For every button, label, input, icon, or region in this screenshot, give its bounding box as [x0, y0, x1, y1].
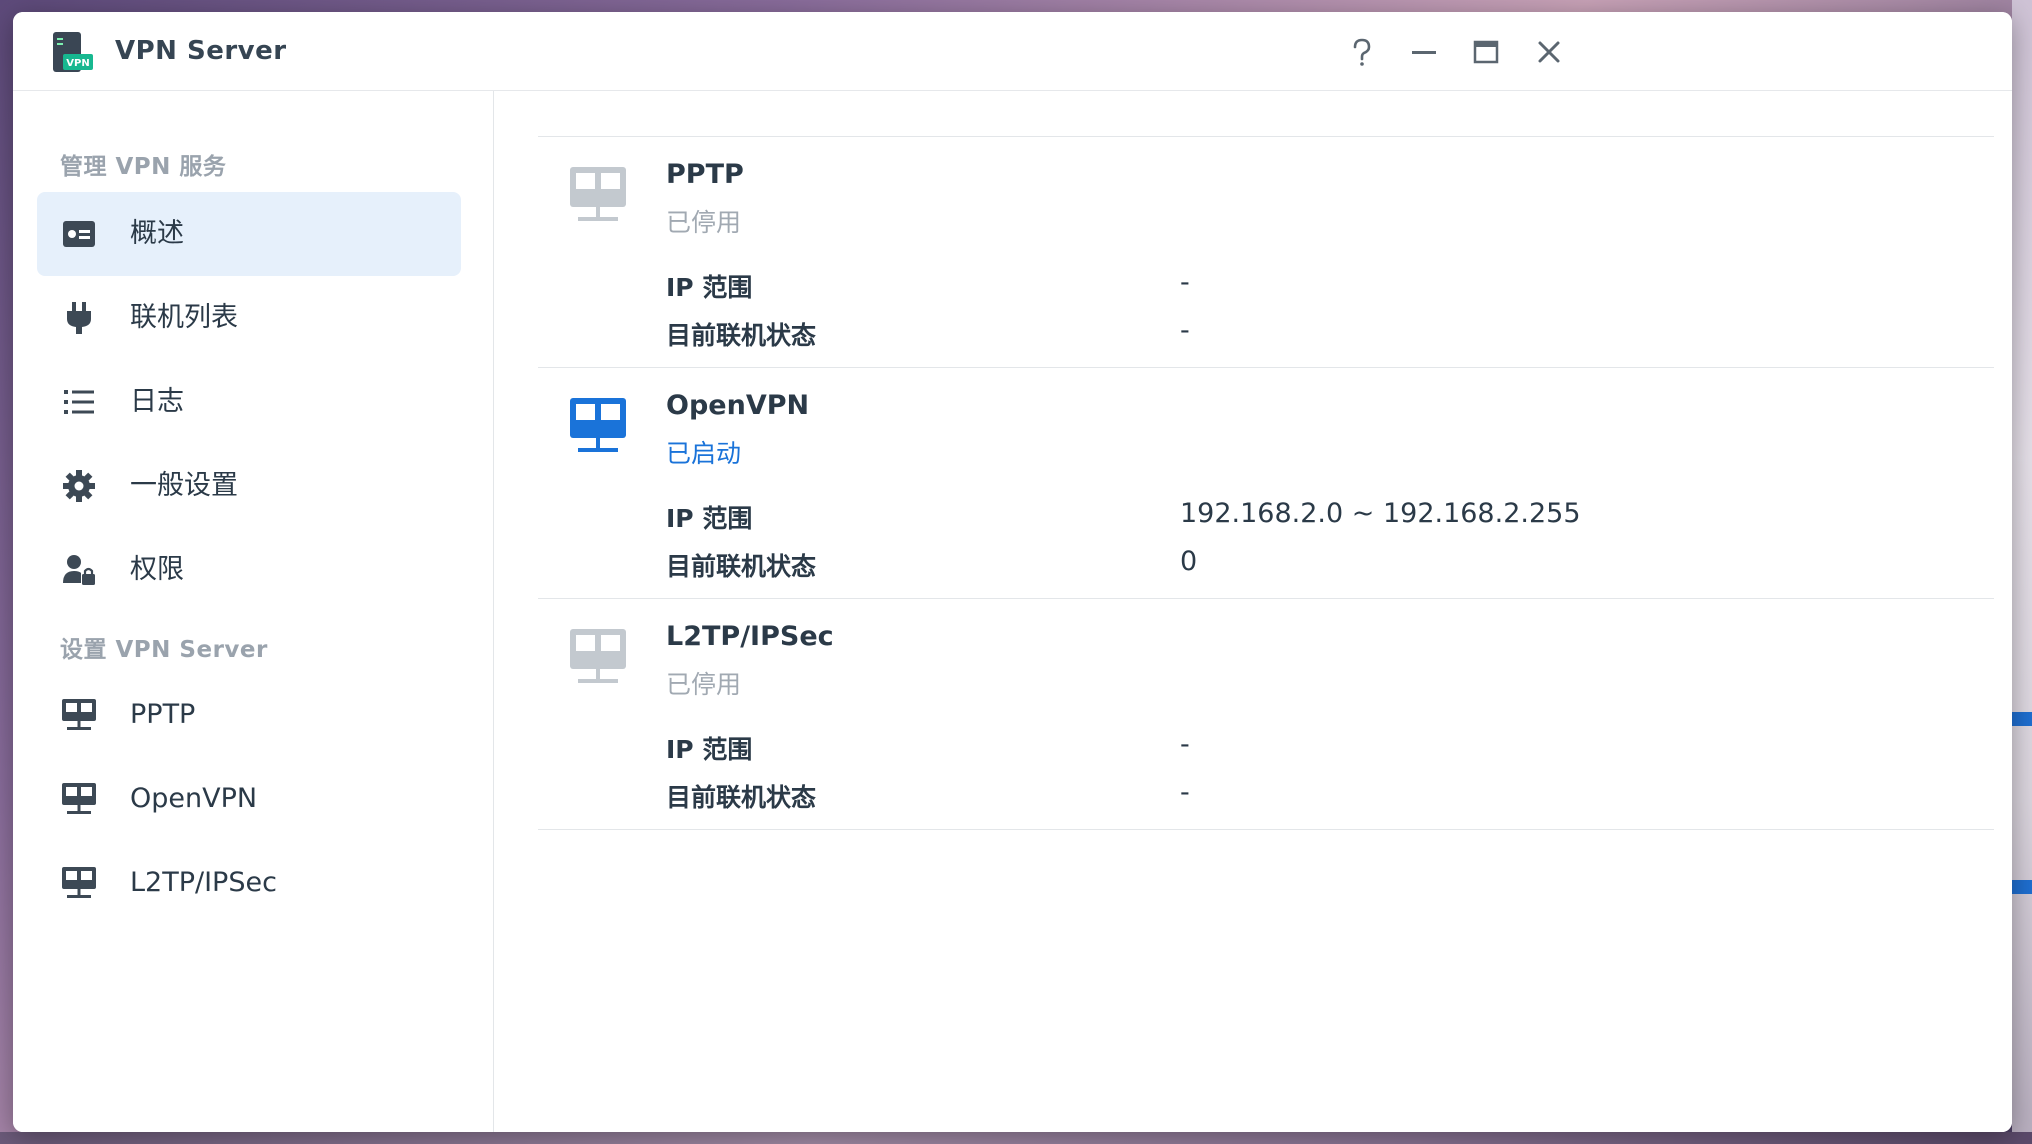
- desktop-widget-bar: [2012, 880, 2032, 894]
- sidebar-item-connection-list[interactable]: 联机列表: [37, 276, 461, 360]
- status-badge: 已启动: [666, 439, 742, 468]
- close-button[interactable]: [1531, 34, 1567, 70]
- sidebar-item-openvpn[interactable]: OpenVPN: [37, 757, 461, 841]
- sidebar-item-label: 日志: [130, 386, 184, 417]
- user-lock-icon: [61, 552, 97, 588]
- connection-status-value: -: [1180, 315, 1190, 346]
- svg-text:VPN: VPN: [66, 58, 89, 69]
- maximize-button[interactable]: [1468, 34, 1504, 70]
- sidebar-item-label: 一般设置: [130, 470, 238, 501]
- close-icon: [1538, 41, 1560, 63]
- service-block-openvpn: OpenVPN 已启动 IP 范围 192.168.2.0 ~ 192.168.…: [494, 368, 2012, 598]
- desktop-background-strip: [2012, 0, 2032, 1144]
- sidebar-item-permissions[interactable]: 权限: [37, 528, 461, 612]
- connection-status-label: 目前联机状态: [666, 321, 817, 350]
- section-title-manage: 管理 VPN 服务: [60, 154, 227, 180]
- sidebar-item-label: 概述: [130, 218, 184, 249]
- service-name: L2TP/IPSec: [666, 621, 834, 652]
- service-block-l2tp-ipsec: L2TP/IPSec 已停用 IP 范围 - 目前联机状态 -: [494, 599, 2012, 829]
- sidebar-item-log[interactable]: 日志: [37, 360, 461, 444]
- overview-panel: PPTP 已停用 IP 范围 - 目前联机状态 - OpenVPN 已启动 IP…: [494, 91, 2012, 1132]
- ip-range-value: 192.168.2.0 ~ 192.168.2.255: [1180, 498, 1581, 529]
- maximize-icon: [1473, 40, 1499, 64]
- gear-icon: [61, 468, 97, 504]
- sidebar: 管理 VPN 服务 概述 联机列表 日志 一般设置 权限 设置 VPN Serv…: [13, 91, 494, 1132]
- sidebar-item-label: L2TP/IPSec: [130, 867, 277, 898]
- list-icon: [61, 384, 97, 420]
- minimize-icon: [1412, 51, 1436, 54]
- divider: [538, 829, 1994, 830]
- vpn-server-window: VPN VPN Server 管理 VPN 服务 概述 联机列表 日志 一般设置…: [13, 12, 2012, 1132]
- title-bar[interactable]: VPN VPN Server: [13, 12, 2012, 91]
- connection-status-value: 0: [1180, 546, 1198, 577]
- help-icon: [1353, 38, 1371, 66]
- network-icon: [568, 396, 628, 456]
- network-icon: [61, 865, 97, 901]
- sidebar-item-label: PPTP: [130, 699, 196, 730]
- connection-status-label: 目前联机状态: [666, 552, 817, 581]
- status-badge: 已停用: [666, 670, 742, 699]
- service-name: OpenVPN: [666, 390, 810, 421]
- plug-icon: [61, 300, 97, 336]
- desktop-widget-bar: [2012, 712, 2032, 726]
- minimize-button[interactable]: [1406, 34, 1442, 70]
- vpn-app-icon: VPN: [49, 30, 95, 76]
- section-title-setup: 设置 VPN Server: [60, 637, 268, 663]
- connection-status-value: -: [1180, 777, 1190, 808]
- service-name: PPTP: [666, 159, 744, 190]
- window-title: VPN Server: [115, 36, 287, 66]
- network-icon: [568, 627, 628, 687]
- sidebar-item-label: OpenVPN: [130, 783, 258, 814]
- sidebar-item-pptp[interactable]: PPTP: [37, 673, 461, 757]
- desktop-background-bottom: [0, 1132, 2032, 1144]
- ip-range-label: IP 范围: [666, 273, 753, 302]
- connection-status-label: 目前联机状态: [666, 783, 817, 812]
- network-icon: [568, 165, 628, 225]
- sidebar-item-overview[interactable]: 概述: [37, 192, 461, 276]
- status-badge: 已停用: [666, 208, 742, 237]
- ip-range-label: IP 范围: [666, 504, 753, 533]
- ip-range-value: -: [1180, 267, 1190, 298]
- sidebar-item-label: 权限: [130, 554, 184, 585]
- network-icon: [61, 697, 97, 733]
- help-button[interactable]: [1344, 34, 1380, 70]
- sidebar-item-label: 联机列表: [130, 302, 238, 333]
- ip-range-value: -: [1180, 729, 1190, 760]
- sidebar-item-general-settings[interactable]: 一般设置: [37, 444, 461, 528]
- service-block-pptp: PPTP 已停用 IP 范围 - 目前联机状态 -: [494, 137, 2012, 367]
- overview-card-icon: [61, 216, 97, 252]
- network-icon: [61, 781, 97, 817]
- sidebar-item-l2tp-ipsec[interactable]: L2TP/IPSec: [37, 841, 461, 925]
- ip-range-label: IP 范围: [666, 735, 753, 764]
